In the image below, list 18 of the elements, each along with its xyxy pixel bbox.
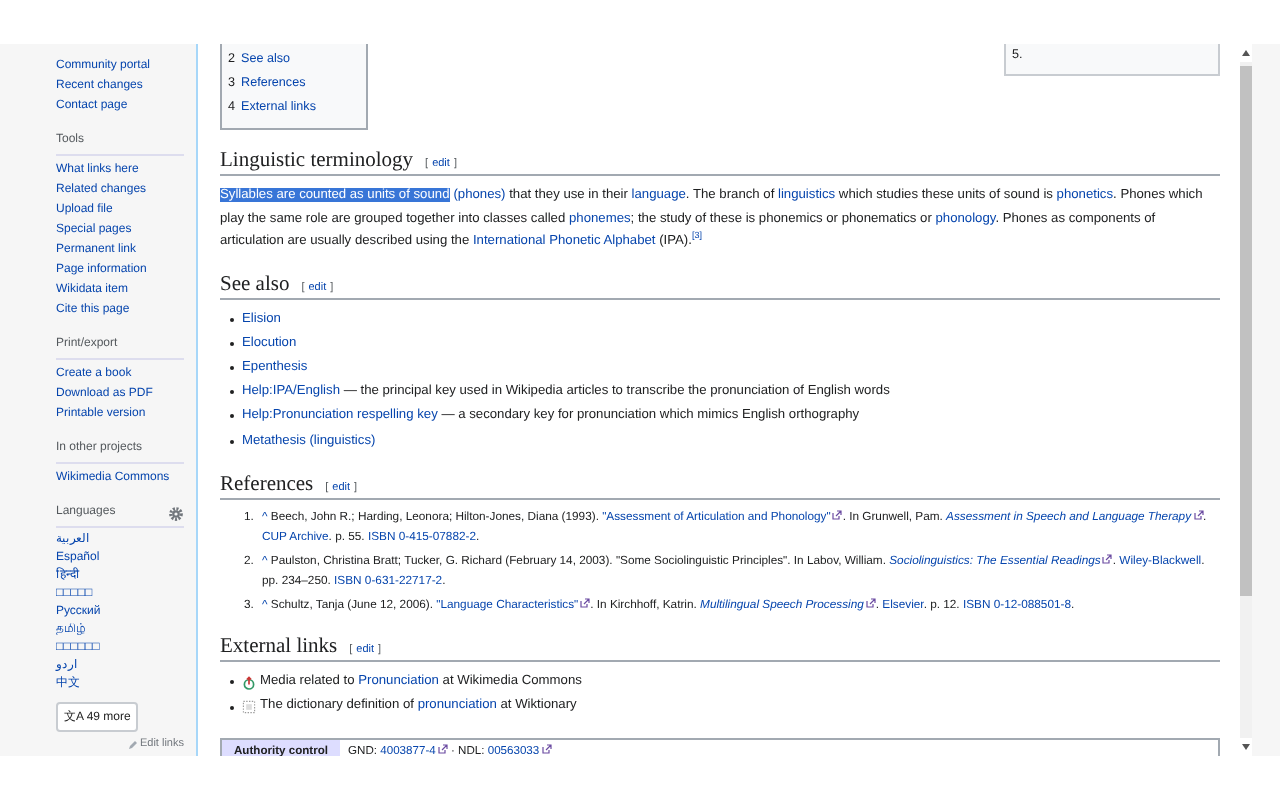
external-link-icon [437,744,448,755]
external-link-icon [580,597,591,608]
section-heading: External links [220,636,338,659]
section-heading: See also [220,273,290,295]
external-link-icon [865,597,876,608]
external-link-icon [541,744,552,755]
scrollbar-thumb[interactable] [1240,66,1252,596]
section-heading: Linguistic terminology [220,150,414,172]
external-link-icon [1193,509,1204,520]
dictionary-icon [242,700,256,715]
settings-icon[interactable] [168,505,184,521]
external-link-icon [832,509,843,520]
scroll-down-icon[interactable] [1242,744,1250,750]
scroll-up-icon[interactable] [1242,50,1250,56]
external-link-icon [1102,553,1113,564]
commons-icon [242,675,256,690]
pencil-icon [127,739,138,749]
section-heading: References [220,473,314,496]
